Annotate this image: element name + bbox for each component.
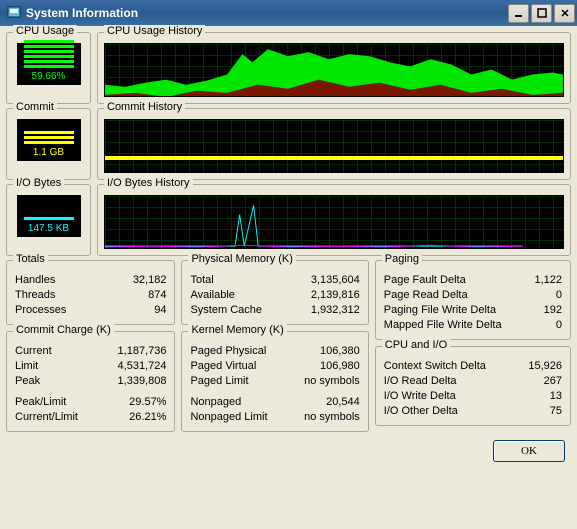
pm-avail-label: Available [190,288,234,303]
minimize-button[interactable] [508,4,529,23]
km-pv-value: 106,980 [320,359,360,374]
pg-pfd-value: 1,122 [534,273,562,288]
ok-button[interactable]: OK [493,440,565,462]
io-label: I/O Bytes [13,177,64,189]
cc-current-value: 1,187,736 [118,344,167,359]
cpu-usage-label: CPU Usage [13,25,77,37]
totals-title: Totals [13,253,48,265]
km-pv-label: Paged Virtual [190,359,256,374]
maximize-button[interactable] [531,4,552,23]
cc-limit-label: Limit [15,359,38,374]
cc-peaklimit-label: Peak/Limit [15,395,66,410]
km-np-value: 20,544 [326,395,360,410]
cc-limit-value: 4,531,724 [118,359,167,374]
pg-pfwd-value: 192 [544,303,562,318]
titlebar[interactable]: System Information [0,0,577,26]
window-title: System Information [26,6,508,20]
pg-pfd-label: Page Fault Delta [384,273,466,288]
commit-charge-title: Commit Charge (K) [13,324,114,336]
kernel-memory-group: Kernel Memory (K) Paged Physical106,380 … [181,331,368,432]
paging-title: Paging [382,253,422,265]
commit-charge-group: Commit Charge (K) Current1,187,736 Limit… [6,331,175,432]
app-icon [6,5,22,21]
ci-csd-label: Context Switch Delta [384,359,486,374]
km-pp-value: 106,380 [320,344,360,359]
ci-iwd-value: 13 [550,389,562,404]
km-npl-value: no symbols [304,410,360,425]
commit-label: Commit [13,101,57,113]
km-pl-value: no symbols [304,374,360,389]
processes-label: Processes [15,303,66,318]
km-pp-label: Paged Physical [190,344,266,359]
io-history-label: I/O Bytes History [104,177,193,189]
handles-value: 32,182 [133,273,167,288]
commit-history-label: Commit History [104,101,185,113]
pg-prd-label: Page Read Delta [384,288,468,303]
cpu-usage-value: 59.66% [32,71,66,82]
pm-cache-value: 1,932,312 [311,303,360,318]
ci-iod-value: 75 [550,404,562,419]
commit-value: 1.1 GB [33,147,64,158]
cc-peaklimit-value: 29.57% [129,395,166,410]
km-pl-label: Paged Limit [190,374,248,389]
cpuio-title: CPU and I/O [382,339,450,351]
io-gauge: I/O Bytes 147.5 KB [6,184,91,256]
ci-ird-label: I/O Read Delta [384,374,457,389]
cpu-io-group: CPU and I/O Context Switch Delta15,926 I… [375,346,571,426]
ci-csd-value: 15,926 [528,359,562,374]
ci-ird-value: 267 [544,374,562,389]
cc-current-label: Current [15,344,52,359]
cc-currentlimit-value: 26.21% [129,410,166,425]
cc-currentlimit-label: Current/Limit [15,410,78,425]
commit-gauge: Commit 1.1 GB [6,108,91,180]
threads-label: Threads [15,288,55,303]
threads-value: 874 [148,288,166,303]
pg-mfwd-label: Mapped File Write Delta [384,318,502,333]
processes-value: 94 [154,303,166,318]
km-npl-label: Nonpaged Limit [190,410,267,425]
cc-peak-label: Peak [15,374,40,389]
cc-peak-value: 1,339,808 [118,374,167,389]
commit-history-box: Commit History [97,108,571,180]
ci-iod-label: I/O Other Delta [384,404,458,419]
ci-iwd-label: I/O Write Delta [384,389,456,404]
io-value: 147.5 KB [28,223,69,234]
pg-mfwd-value: 0 [556,318,562,333]
pm-cache-label: System Cache [190,303,262,318]
pm-avail-value: 2,139,816 [311,288,360,303]
km-np-label: Nonpaged [190,395,241,410]
handles-label: Handles [15,273,55,288]
physical-memory-group: Physical Memory (K) Total3,135,604 Avail… [181,260,368,325]
physmem-title: Physical Memory (K) [188,253,295,265]
totals-group: Totals Handles32,182 Threads874 Processe… [6,260,175,325]
io-history-box: I/O Bytes History [97,184,571,256]
kernel-title: Kernel Memory (K) [188,324,286,336]
pm-total-label: Total [190,273,213,288]
cpu-history-label: CPU Usage History [104,25,205,37]
cpu-usage-gauge: CPU Usage 59.66% [6,32,91,104]
pg-pfwd-label: Paging File Write Delta [384,303,496,318]
paging-group: Paging Page Fault Delta1,122 Page Read D… [375,260,571,340]
close-button[interactable] [554,4,575,23]
cpu-history-box: CPU Usage History [97,32,571,104]
pm-total-value: 3,135,604 [311,273,360,288]
pg-prd-value: 0 [556,288,562,303]
